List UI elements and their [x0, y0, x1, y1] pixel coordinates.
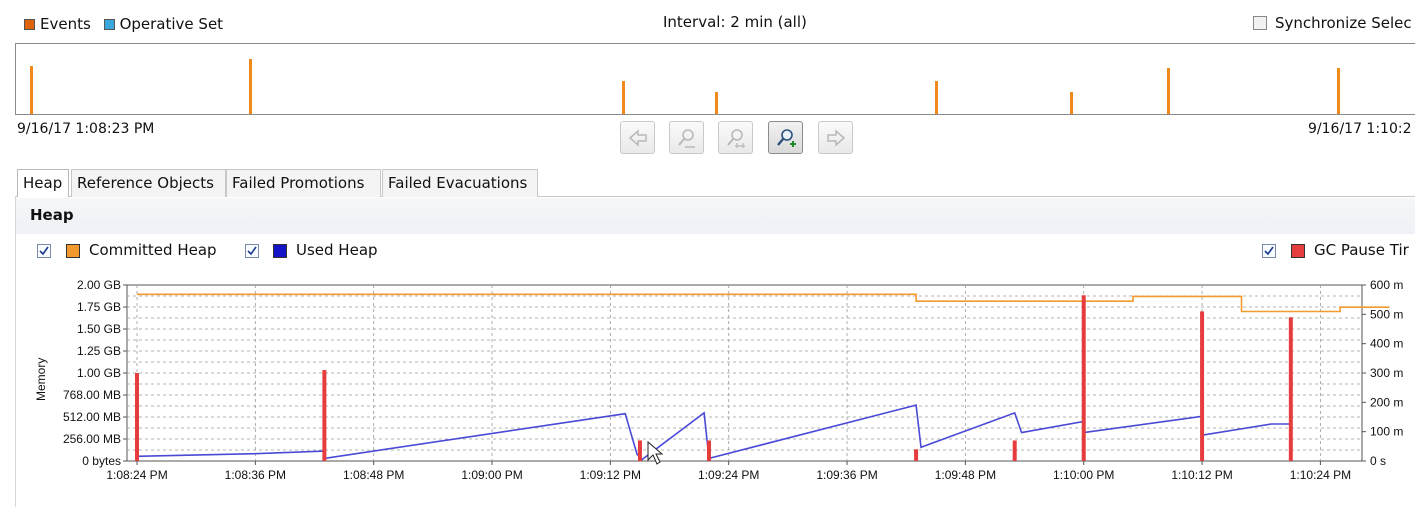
overview-event-spike [1337, 68, 1340, 114]
gc-pause-checkbox[interactable] [1262, 244, 1276, 258]
check-icon [1264, 246, 1274, 256]
x-tick-label: 1:09:00 PM [461, 468, 522, 482]
y2-tick-label: 400 m [1370, 337, 1403, 351]
gc-pause-label: GC Pause Tir [1314, 241, 1409, 259]
used-heap-swatch [273, 244, 287, 258]
heap-chart[interactable]: 0 bytes 256.00 MB 512.00 MB 768.00 MB 1.00 G… [15, 270, 1415, 507]
events-swatch [24, 19, 35, 30]
used-heap-checkbox[interactable] [245, 244, 259, 258]
y2-tick-label: 500 m [1370, 307, 1403, 321]
x-tick-label: 1:09:12 PM [580, 468, 641, 482]
tab-failed-evacuations[interactable]: Failed Evacuations [382, 169, 538, 197]
legend-item-events: Events [24, 15, 96, 33]
tab-reference-objects[interactable]: Reference Objects [71, 169, 226, 197]
committed-heap-checkbox[interactable] [37, 244, 51, 258]
x-tick-label: 1:08:36 PM [225, 468, 286, 482]
x-tick-label: 1:10:24 PM [1290, 468, 1351, 482]
zoom-reset-icon [727, 129, 745, 148]
gc-pause-bar [637, 440, 642, 461]
overview-event-spike [622, 81, 625, 114]
used-heap-label: Used Heap [296, 241, 378, 259]
synchronize-checkbox-box[interactable] [1253, 16, 1267, 30]
overview-event-spike [1070, 92, 1073, 114]
tab-failed-promotions[interactable]: Failed Promotions [226, 169, 381, 197]
back-button[interactable] [620, 121, 655, 154]
x-tick-label: 1:08:48 PM [343, 468, 404, 482]
y-tick-label: 2.00 GB [77, 278, 121, 292]
y-tick-label: 1.25 GB [77, 344, 121, 358]
overview-event-spike [1167, 68, 1170, 114]
overview-event-spike [249, 59, 252, 114]
check-icon [39, 246, 49, 256]
x-tick-label: 1:09:48 PM [935, 468, 996, 482]
gc-pause-bar [1081, 295, 1086, 461]
synchronize-label: Synchronize Selec [1275, 14, 1412, 32]
overview-event-spike [715, 92, 718, 114]
x-tick-label: 1:08:24 PM [106, 468, 167, 482]
x-tick-label: 1:09:36 PM [816, 468, 877, 482]
committed-heap-label: Committed Heap [89, 241, 217, 259]
check-icon [247, 246, 257, 256]
zoom-in-icon [777, 129, 796, 147]
synchronize-checkbox[interactable]: Synchronize Selec [1253, 14, 1415, 34]
arrow-left-icon [628, 129, 647, 147]
zoom-out-icon [678, 129, 695, 148]
overview-event-spike [30, 66, 33, 114]
y-tick-label: 0 bytes [82, 454, 121, 468]
y-tick-label: 1.50 GB [77, 322, 121, 336]
gc-pause-bar [706, 440, 711, 461]
y2-tick-label: 300 m [1370, 366, 1403, 380]
tab-heap[interactable]: Heap [17, 169, 69, 197]
overview-legend: Events Operative Set [24, 14, 223, 33]
overview-start-time: 9/16/17 1:08:23 PM [17, 121, 155, 137]
y-tick-label: 768.00 MB [63, 388, 121, 402]
operative-set-swatch [103, 19, 115, 30]
overview-event-spike [935, 81, 938, 114]
y-tick-label: 1.00 GB [77, 366, 121, 380]
panel-title: Heap [30, 206, 74, 224]
committed-heap-swatch [66, 244, 80, 258]
interval-label: Interval: 2 min (all) [663, 13, 807, 31]
y2-tick-label: 100 m [1370, 425, 1403, 439]
heap-panel-header [16, 198, 1415, 234]
plot-area [126, 284, 1363, 462]
y-axis-title: Memory [34, 358, 48, 401]
zoom-reset-button[interactable] [718, 121, 753, 154]
gc-pause-bar [135, 373, 139, 461]
y2-tick-label: 600 m [1370, 278, 1403, 292]
gc-pause-bar [1288, 317, 1293, 461]
y2-tick-label: 0 s [1370, 454, 1386, 468]
zoom-in-button[interactable] [768, 121, 803, 154]
y-tick-label: 1.75 GB [77, 300, 121, 314]
gc-pause-bar [1200, 311, 1205, 461]
legend-item-operative-set: Operative Set [103, 15, 223, 33]
overview-timeline[interactable] [15, 43, 1415, 115]
gc-pause-swatch [1291, 244, 1305, 258]
x-tick-label: 1:10:12 PM [1171, 468, 1232, 482]
forward-button[interactable] [818, 121, 853, 154]
gc-pause-bar [1012, 440, 1017, 461]
x-tick-label: 1:09:24 PM [698, 468, 759, 482]
overview-end-time: 9/16/17 1:10:2 [1308, 121, 1412, 137]
y-tick-label: 256.00 MB [63, 432, 121, 446]
gc-pause-bar [322, 370, 327, 461]
y2-tick-label: 200 m [1370, 395, 1403, 409]
arrow-right-icon [827, 129, 846, 147]
zoom-out-button[interactable] [669, 121, 704, 154]
gc-pause-bar [914, 449, 919, 461]
x-tick-label: 1:10:00 PM [1053, 468, 1114, 482]
y-tick-label: 512.00 MB [63, 410, 121, 424]
